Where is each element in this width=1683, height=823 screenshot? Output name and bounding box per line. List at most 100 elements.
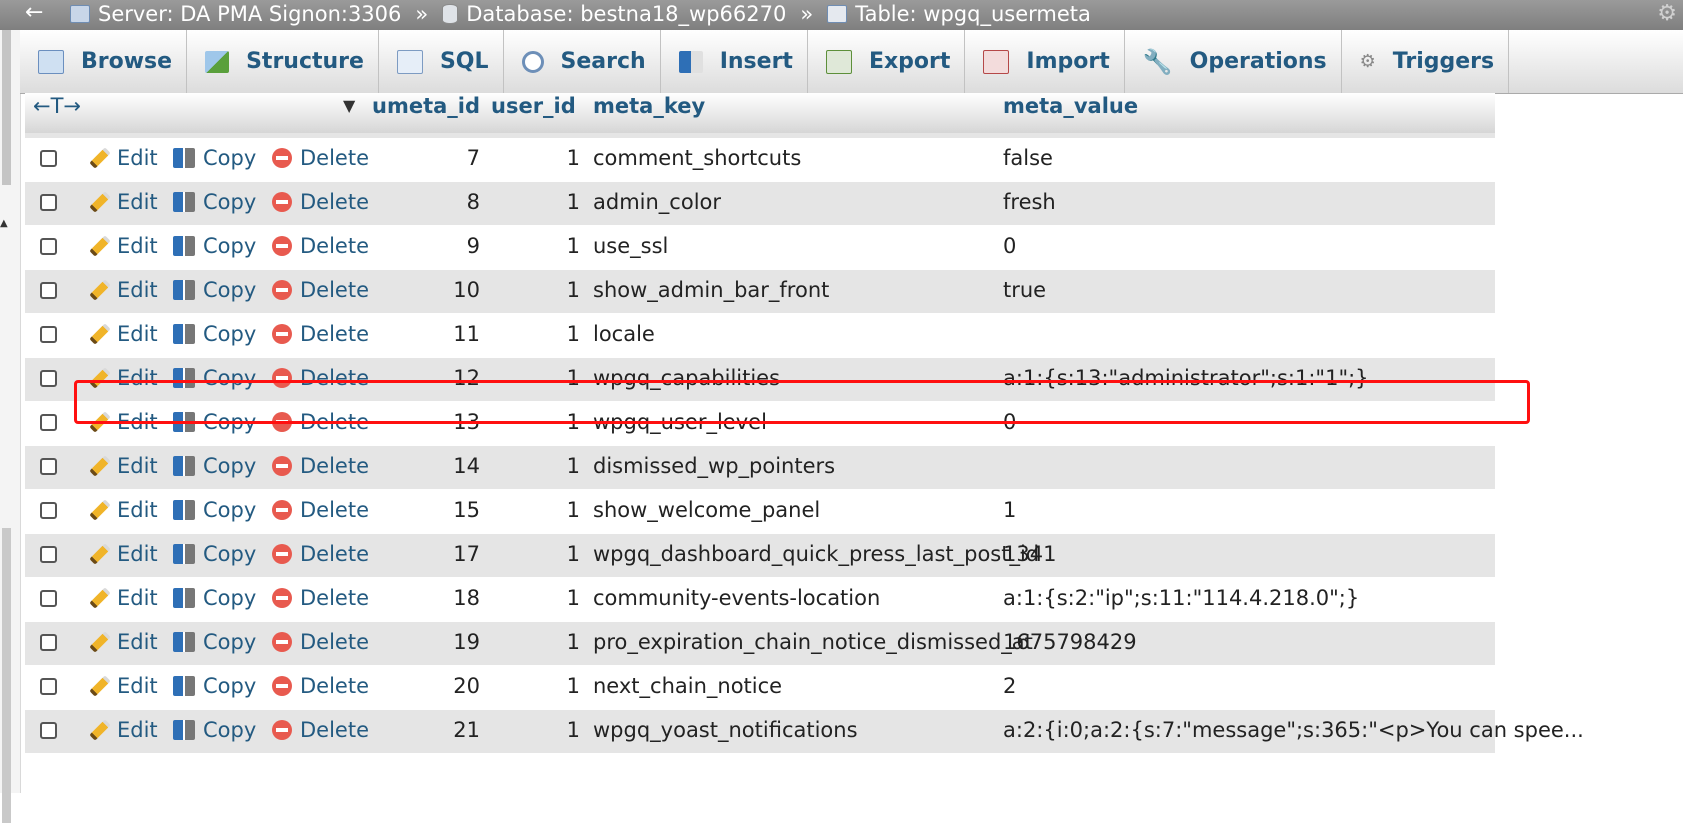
delete-button[interactable]: Delete — [272, 542, 369, 566]
tab-structure[interactable]: Structure — [187, 30, 379, 93]
delete-button[interactable]: Delete — [272, 190, 369, 214]
column-header-umeta-id[interactable]: umeta_id — [372, 93, 480, 119]
copy-button[interactable]: Copy — [173, 190, 256, 214]
table-row[interactable]: Edit Copy Delete 21 1 wpgq_yoast_notification… — [25, 710, 1584, 754]
delete-button[interactable]: Delete — [272, 630, 369, 654]
row-checkbox[interactable] — [40, 590, 57, 607]
table-row[interactable]: Edit Copy Delete 18 1 community-events-locati… — [25, 578, 1495, 622]
table-row[interactable]: Edit Copy Delete 17 1 wpgq_dashboard_quick_pr… — [25, 534, 1495, 578]
cell-meta-key[interactable]: pro_expiration_chain_notice_dismissed_at — [593, 630, 1033, 654]
tab-sql[interactable]: SQL — [379, 30, 504, 93]
copy-button[interactable]: Copy — [173, 630, 256, 654]
row-checkbox[interactable] — [40, 546, 57, 563]
table-row[interactable]: Edit Copy Delete 9 1 use_ssl 0 — [25, 226, 1495, 270]
cell-user-id[interactable]: 1 — [510, 542, 580, 566]
cell-meta-key[interactable]: show_welcome_panel — [593, 498, 820, 522]
delete-button[interactable]: Delete — [272, 498, 369, 522]
cell-meta-key[interactable]: next_chain_notice — [593, 674, 782, 698]
edit-button[interactable]: Edit — [89, 674, 158, 698]
edit-button[interactable]: Edit — [89, 234, 158, 258]
scrollbar-track-lower[interactable] — [2, 528, 11, 823]
breadcrumb-table[interactable]: Table: wpgq_usermeta — [827, 0, 1091, 28]
table-row[interactable]: Edit Copy Delete 15 1 show_welcome_panel 1 — [25, 490, 1495, 534]
table-row[interactable]: Edit Copy Delete 11 1 locale — [25, 314, 1495, 358]
edit-button[interactable]: Edit — [89, 718, 158, 742]
cell-umeta-id[interactable]: 7 — [410, 146, 480, 170]
cell-user-id[interactable]: 1 — [510, 498, 580, 522]
table-row[interactable]: Edit Copy Delete 7 1 comment_shortcuts false — [25, 138, 1495, 182]
table-row[interactable]: Edit Copy Delete 19 1 pro_expiration_chain_no… — [25, 622, 1495, 666]
cell-meta-key[interactable]: comment_shortcuts — [593, 146, 801, 170]
cell-meta-key[interactable]: locale — [593, 322, 655, 346]
row-checkbox[interactable] — [40, 414, 57, 431]
table-row[interactable]: Edit Copy Delete 14 1 dismissed_wp_pointers — [25, 446, 1495, 490]
row-checkbox[interactable] — [40, 634, 57, 651]
scrollbar-thumb[interactable] — [2, 30, 11, 185]
row-checkbox[interactable] — [40, 458, 57, 475]
row-checkbox[interactable] — [40, 722, 57, 739]
copy-button[interactable]: Copy — [173, 454, 256, 478]
cell-meta-value[interactable]: fresh — [1003, 190, 1056, 214]
row-checkbox[interactable] — [40, 678, 57, 695]
cell-umeta-id[interactable]: 15 — [410, 498, 480, 522]
delete-button[interactable]: Delete — [272, 674, 369, 698]
cell-umeta-id[interactable]: 21 — [410, 718, 480, 742]
tab-insert[interactable]: Insert — [661, 30, 808, 93]
copy-button[interactable]: Copy — [173, 322, 256, 346]
cell-umeta-id[interactable]: 14 — [410, 454, 480, 478]
cell-meta-value[interactable]: 1341 — [1003, 542, 1056, 566]
cell-umeta-id[interactable]: 20 — [410, 674, 480, 698]
row-checkbox[interactable] — [40, 150, 57, 167]
cell-meta-value[interactable]: a:2:{i:0;a:2:{s:7:"message";s:365:"<p>Yo… — [1003, 718, 1584, 742]
breadcrumb-server-label[interactable]: Server: DA PMA Signon:3306 — [98, 0, 401, 28]
breadcrumb-database[interactable]: Database: bestna18_wp66270 — [442, 0, 786, 28]
cell-user-id[interactable]: 1 — [510, 674, 580, 698]
cell-user-id[interactable]: 1 — [510, 718, 580, 742]
cell-user-id[interactable]: 1 — [510, 322, 580, 346]
cell-user-id[interactable]: 1 — [510, 190, 580, 214]
tab-import[interactable]: Import — [965, 30, 1125, 93]
column-header-meta-value[interactable]: meta_value — [1003, 93, 1138, 119]
breadcrumb-database-label[interactable]: Database: bestna18_wp66270 — [466, 0, 786, 28]
table-row[interactable]: Edit Copy Delete 8 1 admin_color fresh — [25, 182, 1495, 226]
cell-meta-value[interactable]: 0 — [1003, 234, 1016, 258]
row-checkbox[interactable] — [40, 238, 57, 255]
gear-icon[interactable]: ⚙ — [1657, 0, 1677, 28]
delete-button[interactable]: Delete — [272, 146, 369, 170]
row-checkbox[interactable] — [40, 370, 57, 387]
copy-button[interactable]: Copy — [173, 674, 256, 698]
cell-meta-key[interactable]: show_admin_bar_front — [593, 278, 829, 302]
cell-meta-key[interactable]: dismissed_wp_pointers — [593, 454, 835, 478]
cell-meta-key[interactable]: community-events-location — [593, 586, 880, 610]
left-scrollbar[interactable]: ▲ — [0, 30, 21, 823]
delete-button[interactable]: Delete — [272, 718, 369, 742]
cell-meta-value[interactable]: true — [1003, 278, 1046, 302]
cell-meta-key[interactable]: admin_color — [593, 190, 721, 214]
cell-user-id[interactable]: 1 — [510, 234, 580, 258]
cell-umeta-id[interactable]: 17 — [410, 542, 480, 566]
edit-button[interactable]: Edit — [89, 454, 158, 478]
scroll-up-icon[interactable]: ▲ — [0, 218, 8, 229]
cell-umeta-id[interactable]: 18 — [410, 586, 480, 610]
tab-export[interactable]: Export — [808, 30, 966, 93]
cell-umeta-id[interactable]: 8 — [410, 190, 480, 214]
edit-button[interactable]: Edit — [89, 542, 158, 566]
cell-meta-value[interactable]: a:1:{s:2:"ip";s:11:"114.4.218.0";} — [1003, 586, 1359, 610]
edit-button[interactable]: Edit — [89, 586, 158, 610]
column-header-meta-key[interactable]: meta_key — [593, 93, 705, 119]
tab-triggers[interactable]: ⚙ Triggers — [1342, 30, 1510, 93]
edit-button[interactable]: Edit — [89, 498, 158, 522]
row-checkbox[interactable] — [40, 502, 57, 519]
edit-button[interactable]: Edit — [89, 190, 158, 214]
cell-meta-key[interactable]: use_ssl — [593, 234, 668, 258]
cell-meta-value[interactable]: 1 — [1003, 498, 1016, 522]
tab-search[interactable]: Search — [504, 30, 661, 93]
tab-browse[interactable]: Browse — [20, 30, 188, 93]
cell-umeta-id[interactable]: 10 — [410, 278, 480, 302]
copy-button[interactable]: Copy — [173, 234, 256, 258]
breadcrumb-server[interactable]: Server: DA PMA Signon:3306 — [70, 0, 401, 28]
delete-button[interactable]: Delete — [272, 234, 369, 258]
row-checkbox[interactable] — [40, 194, 57, 211]
delete-button[interactable]: Delete — [272, 278, 369, 302]
cell-user-id[interactable]: 1 — [510, 146, 580, 170]
